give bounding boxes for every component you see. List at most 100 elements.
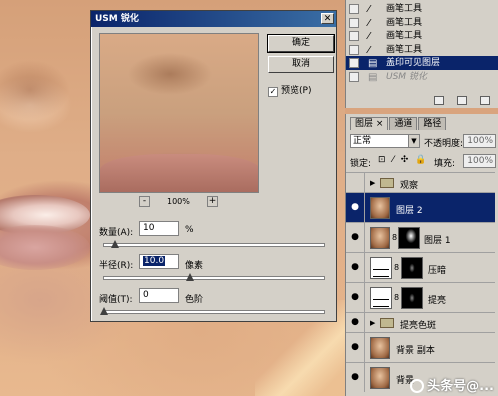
link-icon[interactable]: 8 (392, 233, 397, 242)
divider (364, 283, 365, 312)
layer-mask-thumbnail[interactable] (398, 227, 420, 249)
lower-lip (0, 225, 90, 270)
trash-icon[interactable] (480, 96, 490, 105)
layer-name: 压暗 (428, 265, 447, 276)
threshold-slider-thumb[interactable] (100, 307, 108, 315)
tab-channels[interactable]: 通道 (389, 117, 418, 130)
radius-slider[interactable] (103, 273, 325, 281)
history-item[interactable]: ▤ USM 锐化 (346, 70, 498, 84)
divider (364, 333, 365, 362)
history-checkbox[interactable] (349, 44, 359, 55)
layer-name: 观察 (400, 180, 419, 191)
fill-label: 填充: (434, 159, 456, 169)
amount-slider-thumb[interactable] (110, 240, 119, 248)
cancel-button[interactable]: 取消 (268, 56, 334, 73)
history-item[interactable]: ▤ 盖印可见图层 (346, 56, 498, 70)
amount-input[interactable]: 10 (139, 221, 179, 236)
history-item[interactable]: ⁄ 画笔工具 (346, 29, 498, 43)
layer-name: 图层 1 (424, 235, 451, 246)
layers-tabs: 图层 × 通道 路径 (350, 117, 447, 131)
close-icon[interactable]: ✕ (321, 13, 334, 24)
layer-row[interactable]: ● 图层 2 (346, 192, 495, 222)
folder-icon (380, 318, 394, 328)
eye-icon[interactable]: ● (349, 342, 361, 354)
lock-icons[interactable]: ⊡ ⁄ ✣ 🔒 (378, 155, 428, 165)
history-item[interactable]: ⁄ 画笔工具 (346, 2, 498, 16)
history-item-label: 画笔工具 (386, 17, 423, 28)
history-item-label: 画笔工具 (386, 4, 423, 14)
history-item-label: USM 锐化 (386, 71, 427, 82)
opacity-input[interactable]: 100% (463, 134, 496, 148)
history-item-label: 画笔工具 (386, 31, 423, 41)
amount-slider[interactable] (103, 240, 325, 248)
watermark-text: 头条号@... (427, 379, 494, 394)
divider (364, 173, 365, 192)
layers-panel: 图层 × 通道 路径 正常 ▼ 不透明度: 100% 锁定: ⊡ ⁄ ✣ 🔒 填充:… (345, 114, 498, 396)
new-document-icon[interactable] (457, 96, 467, 105)
divider (364, 313, 365, 332)
layer-row[interactable]: ● ▶ 提亮色斑 (346, 312, 495, 332)
history-checkbox[interactable] (349, 17, 359, 28)
snapshot-icon[interactable] (434, 96, 444, 105)
layer-mask-thumbnail[interactable] (401, 257, 423, 279)
ok-button[interactable]: 确定 (267, 34, 335, 53)
threshold-unit: 色阶 (185, 295, 204, 305)
fill-input[interactable]: 100% (463, 154, 496, 168)
eye-icon[interactable]: ● (349, 202, 361, 214)
layer-thumbnail (370, 337, 390, 359)
blend-mode-select[interactable]: 正常 ▼ (350, 134, 420, 148)
radius-input[interactable]: 10.0 (139, 254, 179, 269)
history-checkbox[interactable] (349, 58, 359, 68)
divider (364, 193, 365, 222)
opacity-label: 不透明度: (424, 139, 464, 149)
layer-mask-thumbnail[interactable] (401, 287, 423, 309)
preview-lip (100, 154, 258, 192)
dialog-titlebar[interactable]: USM 锐化 ✕ (91, 11, 336, 27)
eye-icon[interactable]: ● (349, 262, 361, 274)
history-checkbox[interactable] (349, 71, 359, 82)
radius-slider-thumb[interactable] (185, 273, 194, 281)
layer-row[interactable]: ● 8 图层 1 (346, 222, 495, 252)
layer-thumbnail (370, 197, 390, 219)
nose-shadow (0, 60, 70, 120)
amount-unit: % (185, 225, 194, 235)
history-item[interactable]: ⁄ 画笔工具 (346, 43, 498, 57)
link-icon[interactable]: 8 (394, 293, 399, 302)
layer-name: 图层 2 (396, 205, 423, 216)
amount-label: 数量(A): (99, 228, 134, 238)
eye-icon[interactable]: ● (349, 232, 361, 244)
layer-row[interactable]: ● 背景 副本 (346, 332, 495, 362)
layer-row[interactable]: ● 8 提亮 (346, 282, 495, 312)
eye-icon[interactable]: ● (349, 292, 361, 304)
curves-adjustment-icon (370, 287, 392, 309)
preview-window[interactable] (99, 33, 259, 193)
link-icon[interactable]: 8 (394, 263, 399, 272)
expand-arrow-icon[interactable]: ▶ (370, 319, 375, 327)
tab-paths[interactable]: 路径 (418, 117, 447, 130)
history-checkbox[interactable] (349, 4, 359, 14)
chevron-down-icon: ▼ (408, 135, 419, 147)
layer-row[interactable]: ● 8 压暗 (346, 252, 495, 282)
layer-row[interactable]: ▶ 观察 (346, 172, 495, 192)
expand-arrow-icon[interactable]: ▶ (370, 179, 375, 187)
preview-label: 预览(P) (281, 86, 312, 96)
eye-off-icon[interactable] (349, 177, 361, 189)
eye-icon[interactable]: ● (349, 372, 361, 384)
zoom-in-button[interactable]: + (207, 196, 218, 207)
preview-checkbox[interactable]: ✓ 预览(P) (268, 83, 311, 97)
threshold-label: 阈值(T): (99, 295, 133, 305)
threshold-input[interactable]: 0 (139, 288, 179, 303)
history-checkbox[interactable] (349, 31, 359, 41)
folder-icon (380, 178, 394, 188)
radius-label: 半径(R): (99, 261, 134, 271)
curves-adjustment-icon (370, 257, 392, 279)
history-toolbar (346, 94, 498, 108)
eye-icon[interactable]: ● (349, 317, 361, 329)
layer-name: 提亮 (428, 295, 447, 306)
threshold-slider[interactable] (100, 307, 325, 315)
history-item[interactable]: ⁄ 画笔工具 (346, 16, 498, 30)
divider (364, 363, 365, 392)
radius-value: 10.0 (143, 256, 166, 266)
tab-layers[interactable]: 图层 × (350, 117, 389, 130)
zoom-out-button[interactable]: - (139, 196, 150, 207)
